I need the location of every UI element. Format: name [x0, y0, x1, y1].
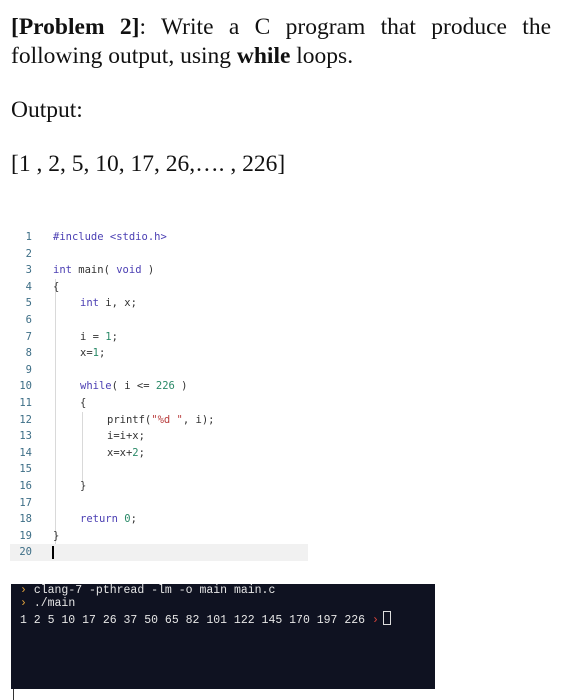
terminal-command: clang-7 -pthread -lm -o main main.c — [33, 584, 276, 597]
code-line: 7i = 1; — [10, 329, 308, 346]
code-text: { — [80, 396, 87, 409]
code-line: 3 int main( void ) — [10, 262, 308, 279]
code-line: 15 — [10, 461, 308, 478]
line-number: 9 — [25, 363, 32, 376]
prompt-icon: › — [20, 584, 27, 597]
code-line: 4{ — [10, 279, 308, 296]
code-line: 2 — [10, 246, 308, 263]
line-number: 20 — [19, 546, 32, 559]
code-line: 6 — [10, 312, 308, 329]
output-label: Output: — [11, 97, 83, 123]
number-literal: 226 — [155, 380, 175, 393]
code-line: 1 #include <stdio.h> — [10, 229, 308, 246]
code-text: x=x+ — [107, 446, 133, 459]
code-line: 16} — [10, 478, 308, 495]
code-line: 10 while( i <= 226 ) — [10, 378, 308, 395]
while-keyword: while — [80, 380, 112, 393]
line-number: 11 — [19, 396, 32, 409]
code-text: i=i+x; — [107, 430, 145, 443]
code-text: , i); — [182, 413, 215, 426]
line-number: 4 — [25, 280, 32, 293]
line-number: 15 — [19, 463, 32, 476]
line-number: 2 — [25, 247, 32, 260]
code-text: ; — [98, 347, 106, 360]
code-line: 17 — [10, 495, 308, 512]
text-cursor-mark — [13, 689, 14, 700]
line-number: 12 — [19, 413, 32, 426]
text-cursor — [52, 546, 54, 560]
code-text: i, x; — [98, 297, 137, 310]
string-literal: "%d " — [151, 413, 183, 426]
program-output: 1 2 5 10 17 26 37 50 65 82 101 122 145 1… — [20, 614, 366, 627]
prompt-icon: › — [371, 614, 379, 627]
code-line: 12 printf("%d ", i); — [10, 412, 308, 429]
code-line: 14 x=x+2; — [10, 445, 308, 462]
type-keyword: int — [53, 264, 72, 277]
code-line-active[interactable]: 20 — [10, 544, 308, 561]
line-number: 18 — [19, 513, 32, 526]
code-editor[interactable]: 1 #include <stdio.h> 2 3 int main( void ) … — [10, 229, 308, 561]
code-text: i = — [80, 330, 106, 343]
prompt-icon: › — [20, 597, 27, 610]
terminal-console[interactable]: › clang-7 -pthread -lm -o main main.c › … — [11, 584, 435, 689]
line-number: 3 — [25, 264, 32, 277]
problem-label: [Problem 2] — [11, 14, 140, 40]
line-number: 10 — [19, 380, 32, 393]
type-keyword: void — [116, 264, 142, 277]
code-line: 9 — [10, 362, 308, 379]
include-directive: #include <stdio.h> — [53, 231, 167, 243]
code-text: ) — [174, 380, 188, 393]
code-text: } — [53, 529, 60, 542]
terminal-command: ./main — [33, 597, 76, 610]
return-keyword: return — [80, 513, 118, 526]
code-text: ; — [138, 446, 145, 459]
code-text: ; — [130, 513, 137, 526]
line-number: 5 — [25, 297, 32, 310]
code-text: } — [80, 479, 87, 492]
type-keyword: int — [80, 297, 99, 310]
line-number: 19 — [19, 529, 32, 542]
line-number: 8 — [25, 347, 32, 360]
code-text: ; — [111, 330, 118, 343]
code-text: main( — [71, 264, 117, 277]
code-line: 19} — [10, 528, 308, 545]
code-line: 8 x=1; — [10, 345, 308, 362]
problem-statement: [Problem 2]: Write a C program that prod… — [11, 13, 551, 71]
code-text: printf( — [107, 413, 152, 426]
line-number: 14 — [19, 446, 32, 459]
code-text: ( i <= — [111, 380, 156, 393]
terminal-cursor — [382, 611, 391, 625]
problem-bold-keyword: while — [236, 43, 291, 69]
line-number: 13 — [19, 430, 32, 443]
line-number: 1 — [25, 231, 32, 243]
code-line: 5 int i, x; — [10, 295, 308, 312]
problem-text-end: loops. — [290, 43, 354, 69]
code-line: 13 i=i+x; — [10, 428, 308, 445]
line-number: 16 — [19, 479, 32, 492]
line-number: 6 — [25, 313, 32, 326]
expected-sequence: [1 , 2, 5, 10, 17, 26,…. , 226] — [11, 151, 286, 177]
line-number: 17 — [19, 496, 32, 509]
code-text: ) — [141, 264, 155, 277]
code-text: x= — [80, 347, 93, 360]
line-number: 7 — [25, 330, 32, 343]
code-text: { — [53, 280, 60, 293]
code-line: 18 return 0; — [10, 511, 308, 528]
code-line: 11 { — [10, 395, 308, 412]
